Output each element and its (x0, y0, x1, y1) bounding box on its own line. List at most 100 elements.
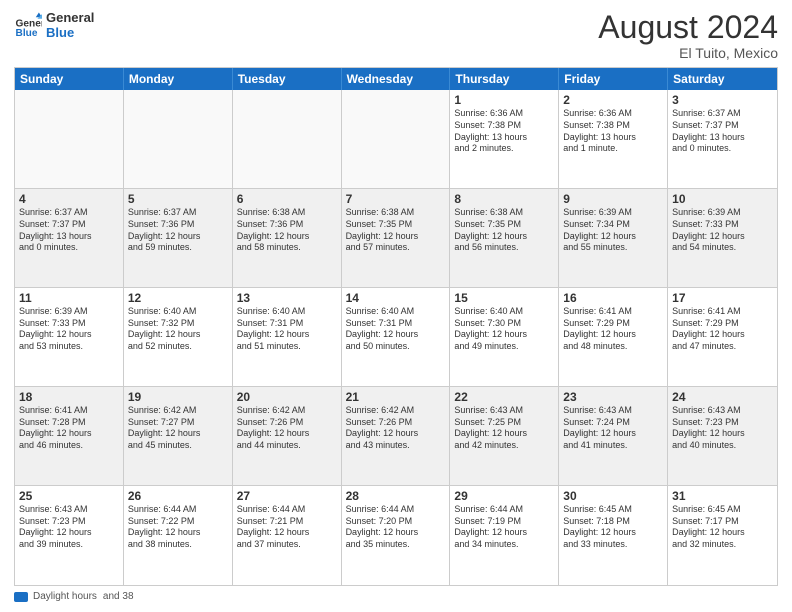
cell-line: and 0 minutes. (672, 143, 773, 155)
cell-line: and 48 minutes. (563, 341, 663, 353)
calendar-row: 1Sunrise: 6:36 AMSunset: 7:38 PMDaylight… (15, 90, 777, 189)
cal-cell: 30Sunrise: 6:45 AMSunset: 7:18 PMDayligh… (559, 486, 668, 585)
cell-line: Daylight: 13 hours (563, 132, 663, 144)
header-thursday: Thursday (450, 68, 559, 90)
header-sunday: Sunday (15, 68, 124, 90)
location: El Tuito, Mexico (598, 45, 778, 61)
legend-color (14, 592, 28, 602)
day-number: 24 (672, 390, 773, 404)
cell-line: Sunset: 7:38 PM (563, 120, 663, 132)
footer: Daylight hours and 38 (14, 591, 778, 602)
cell-line: and 35 minutes. (346, 539, 446, 551)
cal-cell: 20Sunrise: 6:42 AMSunset: 7:26 PMDayligh… (233, 387, 342, 485)
cell-line: and 49 minutes. (454, 341, 554, 353)
cell-line: Daylight: 12 hours (563, 428, 663, 440)
calendar-row: 4Sunrise: 6:37 AMSunset: 7:37 PMDaylight… (15, 189, 777, 288)
cal-cell: 3Sunrise: 6:37 AMSunset: 7:37 PMDaylight… (668, 90, 777, 188)
cell-line: and 58 minutes. (237, 242, 337, 254)
cell-line: Sunset: 7:27 PM (128, 417, 228, 429)
cell-line: Daylight: 12 hours (672, 527, 773, 539)
day-number: 18 (19, 390, 119, 404)
day-number: 6 (237, 192, 337, 206)
cell-line: Daylight: 12 hours (128, 329, 228, 341)
cell-line: Daylight: 12 hours (237, 231, 337, 243)
cell-line: Sunset: 7:30 PM (454, 318, 554, 330)
cell-line: Sunset: 7:25 PM (454, 417, 554, 429)
cell-line: and 46 minutes. (19, 440, 119, 452)
cell-line: Daylight: 12 hours (237, 329, 337, 341)
cell-line: Daylight: 12 hours (128, 231, 228, 243)
cell-line: Daylight: 13 hours (19, 231, 119, 243)
cell-line: Daylight: 12 hours (346, 329, 446, 341)
cell-line: Sunrise: 6:36 AM (454, 108, 554, 120)
cal-cell: 8Sunrise: 6:38 AMSunset: 7:35 PMDaylight… (450, 189, 559, 287)
cal-cell: 27Sunrise: 6:44 AMSunset: 7:21 PMDayligh… (233, 486, 342, 585)
cal-cell (15, 90, 124, 188)
cell-line: Sunrise: 6:40 AM (454, 306, 554, 318)
day-number: 3 (672, 93, 773, 107)
cal-cell: 1Sunrise: 6:36 AMSunset: 7:38 PMDaylight… (450, 90, 559, 188)
day-number: 27 (237, 489, 337, 503)
header-saturday: Saturday (668, 68, 777, 90)
cell-line: Daylight: 12 hours (19, 428, 119, 440)
cell-line: Daylight: 12 hours (19, 329, 119, 341)
cell-line: Sunrise: 6:42 AM (237, 405, 337, 417)
cell-line: Daylight: 12 hours (563, 231, 663, 243)
cell-line: Sunrise: 6:41 AM (672, 306, 773, 318)
day-number: 22 (454, 390, 554, 404)
cell-line: Daylight: 12 hours (237, 428, 337, 440)
cell-line: Sunset: 7:33 PM (672, 219, 773, 231)
cal-cell: 28Sunrise: 6:44 AMSunset: 7:20 PMDayligh… (342, 486, 451, 585)
day-number: 5 (128, 192, 228, 206)
cell-line: Sunset: 7:26 PM (237, 417, 337, 429)
cell-line: and 37 minutes. (237, 539, 337, 551)
day-number: 10 (672, 192, 773, 206)
cell-line: Daylight: 12 hours (346, 527, 446, 539)
day-number: 29 (454, 489, 554, 503)
cal-cell: 14Sunrise: 6:40 AMSunset: 7:31 PMDayligh… (342, 288, 451, 386)
cell-line: Sunrise: 6:40 AM (128, 306, 228, 318)
cal-cell (342, 90, 451, 188)
legend-sublabel: and 38 (103, 591, 134, 602)
day-number: 17 (672, 291, 773, 305)
cell-line: Sunrise: 6:42 AM (346, 405, 446, 417)
cell-line: Sunset: 7:37 PM (19, 219, 119, 231)
cal-cell: 2Sunrise: 6:36 AMSunset: 7:38 PMDaylight… (559, 90, 668, 188)
legend-box: Daylight hours (14, 591, 97, 602)
calendar: Sunday Monday Tuesday Wednesday Thursday… (14, 67, 778, 586)
cell-line: and 42 minutes. (454, 440, 554, 452)
day-number: 13 (237, 291, 337, 305)
day-number: 12 (128, 291, 228, 305)
cell-line: Sunrise: 6:38 AM (454, 207, 554, 219)
cell-line: Daylight: 12 hours (454, 231, 554, 243)
cell-line: and 39 minutes. (19, 539, 119, 551)
cell-line: Daylight: 12 hours (563, 527, 663, 539)
cell-line: Sunrise: 6:40 AM (346, 306, 446, 318)
day-number: 16 (563, 291, 663, 305)
cell-line: Sunset: 7:36 PM (128, 219, 228, 231)
cal-cell: 4Sunrise: 6:37 AMSunset: 7:37 PMDaylight… (15, 189, 124, 287)
cal-cell (124, 90, 233, 188)
cell-line: Daylight: 13 hours (672, 132, 773, 144)
cell-line: Daylight: 12 hours (454, 329, 554, 341)
cal-cell: 19Sunrise: 6:42 AMSunset: 7:27 PMDayligh… (124, 387, 233, 485)
cell-line: Sunset: 7:26 PM (346, 417, 446, 429)
header-wednesday: Wednesday (342, 68, 451, 90)
title-block: August 2024 El Tuito, Mexico (598, 10, 778, 61)
svg-text:Blue: Blue (16, 28, 38, 39)
header-monday: Monday (124, 68, 233, 90)
cal-cell: 21Sunrise: 6:42 AMSunset: 7:26 PMDayligh… (342, 387, 451, 485)
day-number: 31 (672, 489, 773, 503)
cal-cell: 31Sunrise: 6:45 AMSunset: 7:17 PMDayligh… (668, 486, 777, 585)
cell-line: Daylight: 12 hours (672, 428, 773, 440)
logo-general: General (46, 10, 94, 25)
header-friday: Friday (559, 68, 668, 90)
cell-line: Sunrise: 6:38 AM (346, 207, 446, 219)
cal-cell: 13Sunrise: 6:40 AMSunset: 7:31 PMDayligh… (233, 288, 342, 386)
cell-line: Sunset: 7:19 PM (454, 516, 554, 528)
cell-line: Sunrise: 6:39 AM (19, 306, 119, 318)
cell-line: and 57 minutes. (346, 242, 446, 254)
cell-line: Daylight: 12 hours (346, 428, 446, 440)
cell-line: and 47 minutes. (672, 341, 773, 353)
cal-cell: 10Sunrise: 6:39 AMSunset: 7:33 PMDayligh… (668, 189, 777, 287)
